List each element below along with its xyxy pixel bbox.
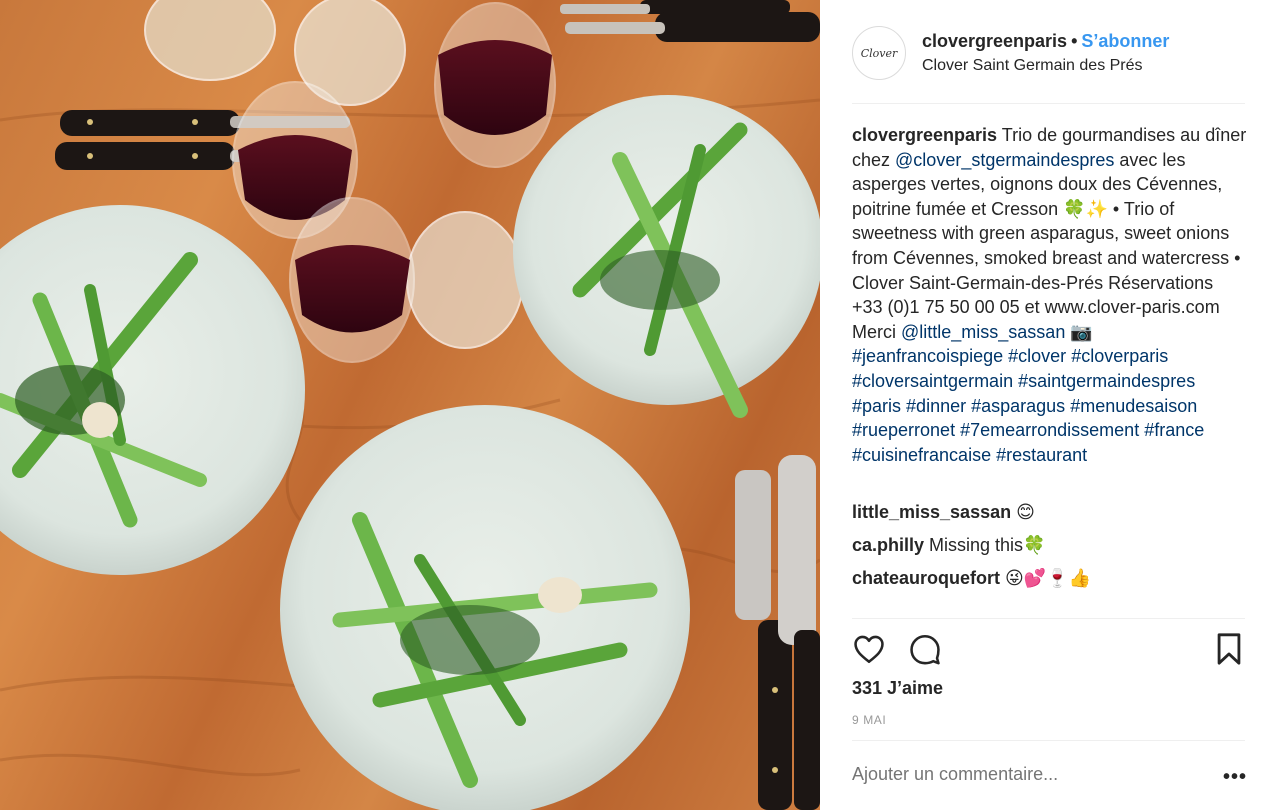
comment-text: 😊: [1011, 502, 1035, 522]
hashtag-link[interactable]: #cloversaintgermain: [852, 371, 1013, 391]
action-bar: [852, 632, 1245, 668]
divider: [852, 618, 1245, 619]
plate-right: [513, 95, 820, 418]
avatar[interactable]: Clover: [852, 26, 906, 80]
post-sidebar: Clover clovergreenparis • S’abonner Clover…: [820, 0, 1276, 810]
post-photo[interactable]: [0, 0, 820, 810]
plate-left: [0, 205, 305, 575]
bookmark-icon[interactable]: [1214, 632, 1244, 671]
comment-username-link[interactable]: chateauroquefort: [852, 568, 1000, 588]
hashtag-link[interactable]: #menudesaison: [1070, 396, 1197, 416]
comment-username-link[interactable]: ca.philly: [852, 535, 924, 555]
post-caption: clovergreenparis Trio de gourmandises au…: [852, 123, 1247, 467]
comments-list: little_miss_sassan 😊 ca.philly Missing t…: [852, 498, 1247, 597]
comment-item: chateauroquefort 😜💕🍷👍: [852, 564, 1247, 597]
comment-username-link[interactable]: little_miss_sassan: [852, 502, 1011, 522]
header-username-link[interactable]: clovergreenparis: [922, 31, 1067, 51]
hashtag-link[interactable]: #dinner: [906, 396, 966, 416]
follow-button[interactable]: S’abonner: [1081, 31, 1169, 51]
comment-text: 😜💕🍷👍: [1000, 568, 1092, 588]
wine-glass-3: [434, 2, 556, 168]
hashtag-link[interactable]: #restaurant: [996, 445, 1087, 465]
comment-item: ca.philly Missing this🍀: [852, 531, 1247, 564]
hashtag-link[interactable]: #france: [1144, 420, 1204, 440]
knives-top-right: [560, 0, 820, 42]
caption-username-link[interactable]: clovergreenparis: [852, 125, 997, 145]
hashtag-link[interactable]: #cloverparis: [1071, 346, 1168, 366]
caption-text: avec les asperges vertes, oignons doux d…: [852, 149, 1241, 342]
wine-glass-2: [289, 197, 415, 363]
post-header: Clover clovergreenparis • S’abonner Clover…: [852, 24, 1245, 104]
hashtag-link[interactable]: #rueperronet: [852, 420, 955, 440]
location-link[interactable]: Clover Saint Germain des Prés: [922, 57, 1143, 75]
hashtag-link[interactable]: #clover: [1008, 346, 1066, 366]
caption-mention-link[interactable]: @clover_stgermaindespres: [895, 150, 1114, 170]
comment-bubble-icon[interactable]: [908, 632, 942, 671]
likes-count[interactable]: 331 J’aime: [852, 678, 943, 699]
hashtag-link[interactable]: #jeanfrancoispiege: [852, 346, 1003, 366]
hashtag-link[interactable]: #paris: [852, 396, 901, 416]
plate-bottom: [280, 405, 690, 810]
hashtag-link[interactable]: #asparagus: [971, 396, 1065, 416]
add-comment-input[interactable]: [852, 764, 1182, 785]
heart-icon[interactable]: [852, 632, 886, 671]
cutlery-right: [735, 455, 820, 810]
food-photo-illustration: [0, 0, 820, 810]
hashtag-link[interactable]: #7emearrondissement: [960, 420, 1139, 440]
more-options-icon[interactable]: •••: [1223, 766, 1247, 789]
divider: [852, 740, 1245, 741]
hashtag-link[interactable]: #saintgermaindespres: [1018, 371, 1195, 391]
header-separator-dot: •: [1071, 31, 1078, 51]
post-date[interactable]: 9 MAI: [852, 713, 886, 727]
hashtag-link[interactable]: #cuisinefrancaise: [852, 445, 991, 465]
caption-mention-link[interactable]: @little_miss_sassan: [901, 322, 1065, 342]
header-username-row: clovergreenparis • S’abonner: [922, 31, 1169, 52]
comment-text: Missing this🍀: [924, 535, 1046, 555]
caption-text: 📷: [1065, 321, 1093, 342]
comment-item: little_miss_sassan 😊: [852, 498, 1247, 531]
